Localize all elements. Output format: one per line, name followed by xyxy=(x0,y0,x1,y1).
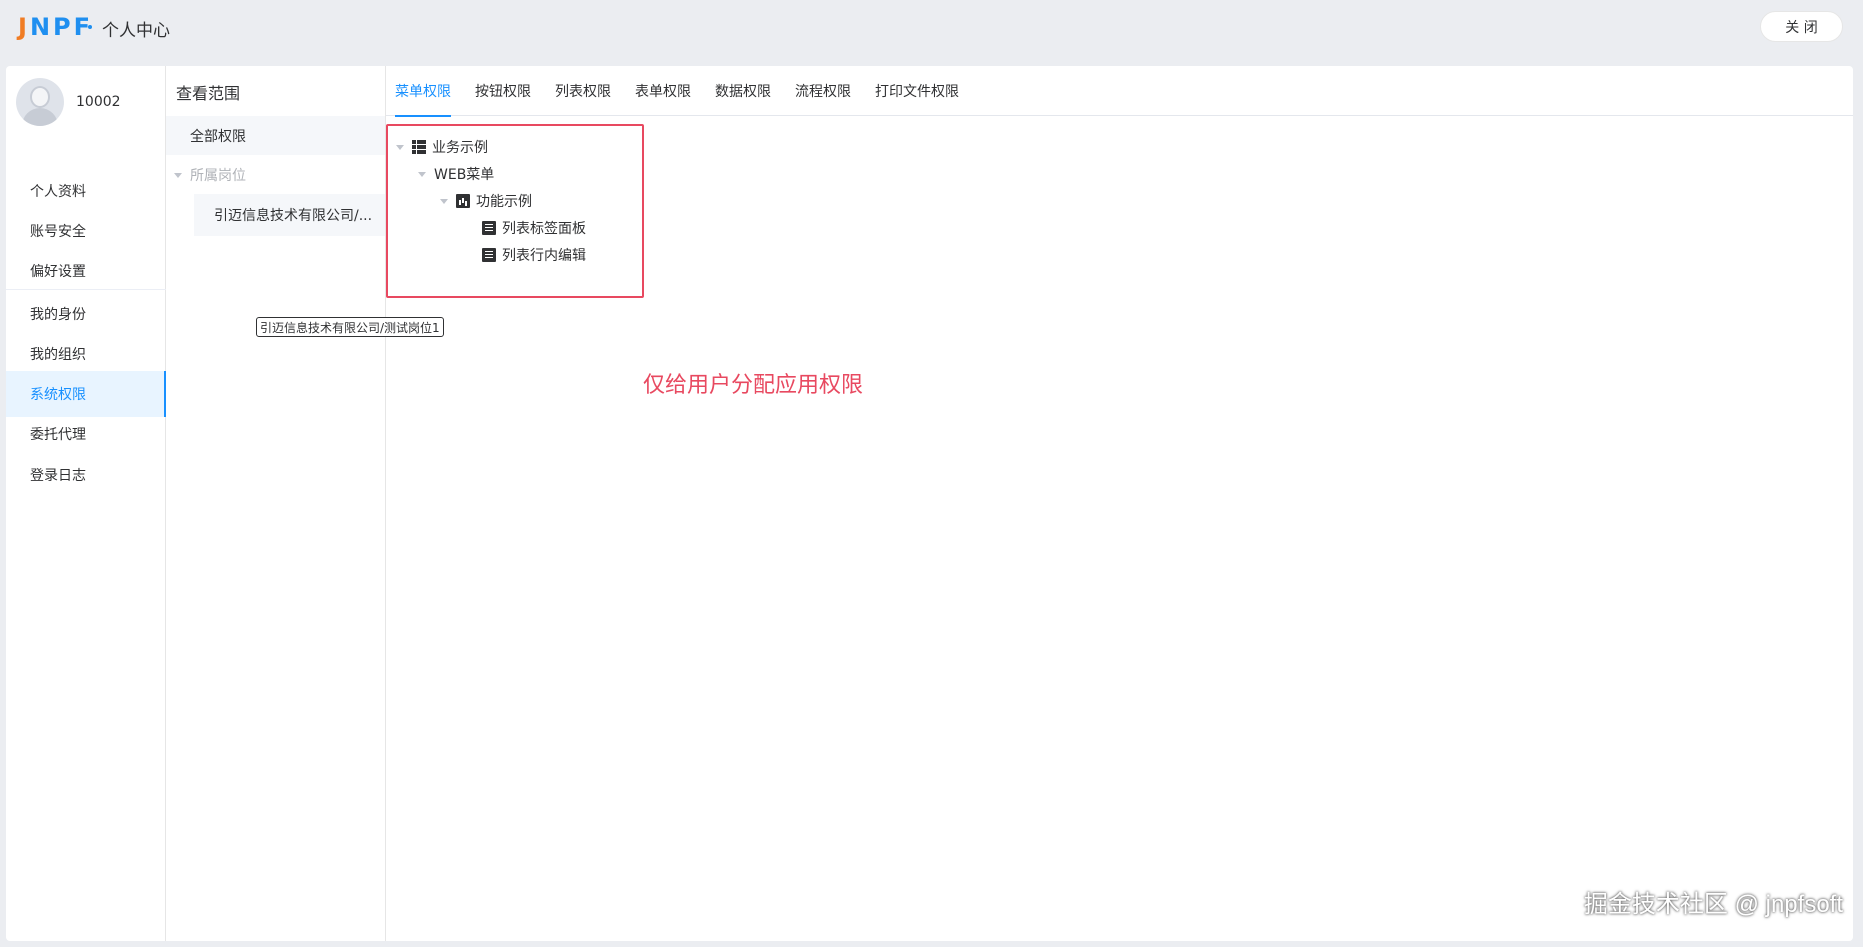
tree-node-label: WEB菜单 xyxy=(434,167,495,183)
user-card: 10002 xyxy=(16,78,121,126)
watermark: 掘金技术社区 @ jnpfsoft xyxy=(1583,891,1843,918)
list-icon xyxy=(482,221,496,235)
tab-print-permissions[interactable]: 打印文件权限 xyxy=(866,66,968,116)
avatar xyxy=(16,78,64,126)
caret-down-icon xyxy=(440,198,448,204)
chart-icon xyxy=(456,194,470,208)
scope-group-label: 所属岗位 xyxy=(190,168,246,184)
page-title: 个人中心 xyxy=(102,21,170,41)
user-id: 10002 xyxy=(76,94,121,110)
avatar-body xyxy=(22,108,58,126)
tree-node-label: 业务示例 xyxy=(432,140,488,156)
tab-flow-permissions[interactable]: 流程权限 xyxy=(786,66,860,116)
tree-node-label: 列表行内编辑 xyxy=(502,248,586,264)
nav-item-preferences[interactable]: 偏好设置 xyxy=(6,248,166,294)
tab-button-permissions[interactable]: 按钮权限 xyxy=(466,66,540,116)
nav-item-login-log[interactable]: 登录日志 xyxy=(6,452,166,498)
scope-panel: 查看范围 全部权限 所属岗位 引迈信息技术有限公司/... xyxy=(166,66,386,941)
tree-node-feature-examples[interactable]: 功能示例 xyxy=(440,191,532,211)
tree-node-label: 列表标签面板 xyxy=(502,221,586,237)
top-bar: J N P F 个人中心 关 闭 xyxy=(0,0,1863,66)
tab-list-permissions[interactable]: 列表权限 xyxy=(546,66,620,116)
tab-form-permissions[interactable]: 表单权限 xyxy=(626,66,700,116)
content-panel: 10002 个人资料 账号安全 偏好设置 我的身份 我的组织 系统权限 委托代理… xyxy=(6,66,1853,941)
avatar-head xyxy=(30,86,50,108)
permissions-main: 菜单权限 按钮权限 列表权限 表单权限 数据权限 流程权限 打印文件权限 业务示… xyxy=(386,66,1853,941)
tab-menu-permissions[interactable]: 菜单权限 xyxy=(386,66,460,117)
tree-node-business-examples[interactable]: 业务示例 xyxy=(396,137,488,157)
annotation-text: 仅给用户分配应用权限 xyxy=(643,373,864,398)
logo-dot xyxy=(88,25,92,29)
scope-group-positions[interactable]: 所属岗位 xyxy=(174,165,246,185)
scope-title: 查看范围 xyxy=(176,84,241,103)
tab-data-permissions[interactable]: 数据权限 xyxy=(706,66,780,116)
tree-node-inline-edit[interactable]: 列表行内编辑 xyxy=(482,245,586,265)
tree-node-label: 功能示例 xyxy=(476,194,532,210)
personal-center-nav: 10002 个人资料 账号安全 偏好设置 我的身份 我的组织 系统权限 委托代理… xyxy=(6,66,166,941)
table-icon xyxy=(412,140,426,154)
nav-item-delegation[interactable]: 委托代理 xyxy=(6,411,166,457)
position-tooltip: 引迈信息技术有限公司/测试岗位1 xyxy=(256,317,444,337)
menu-permission-tree: 业务示例 WEB菜单 功能示例 列表标签面板 列表行内编辑 xyxy=(386,124,644,298)
tree-node-web-menu[interactable]: WEB菜单 xyxy=(418,164,494,184)
jnpf-logo: J N P F xyxy=(18,13,94,41)
close-button[interactable]: 关 闭 xyxy=(1760,11,1843,42)
nav-divider xyxy=(6,289,166,290)
caret-down-icon xyxy=(396,144,404,150)
scope-all-permissions[interactable]: 全部权限 xyxy=(166,116,385,155)
permission-tabs: 菜单权限 按钮权限 列表权限 表单权限 数据权限 流程权限 打印文件权限 xyxy=(386,66,1853,117)
caret-down-icon xyxy=(174,172,182,178)
scope-position-item[interactable]: 引迈信息技术有限公司/... xyxy=(194,194,385,236)
tree-node-list-tab-panel[interactable]: 列表标签面板 xyxy=(482,218,586,238)
list-icon xyxy=(482,248,496,262)
caret-down-icon xyxy=(418,171,426,177)
